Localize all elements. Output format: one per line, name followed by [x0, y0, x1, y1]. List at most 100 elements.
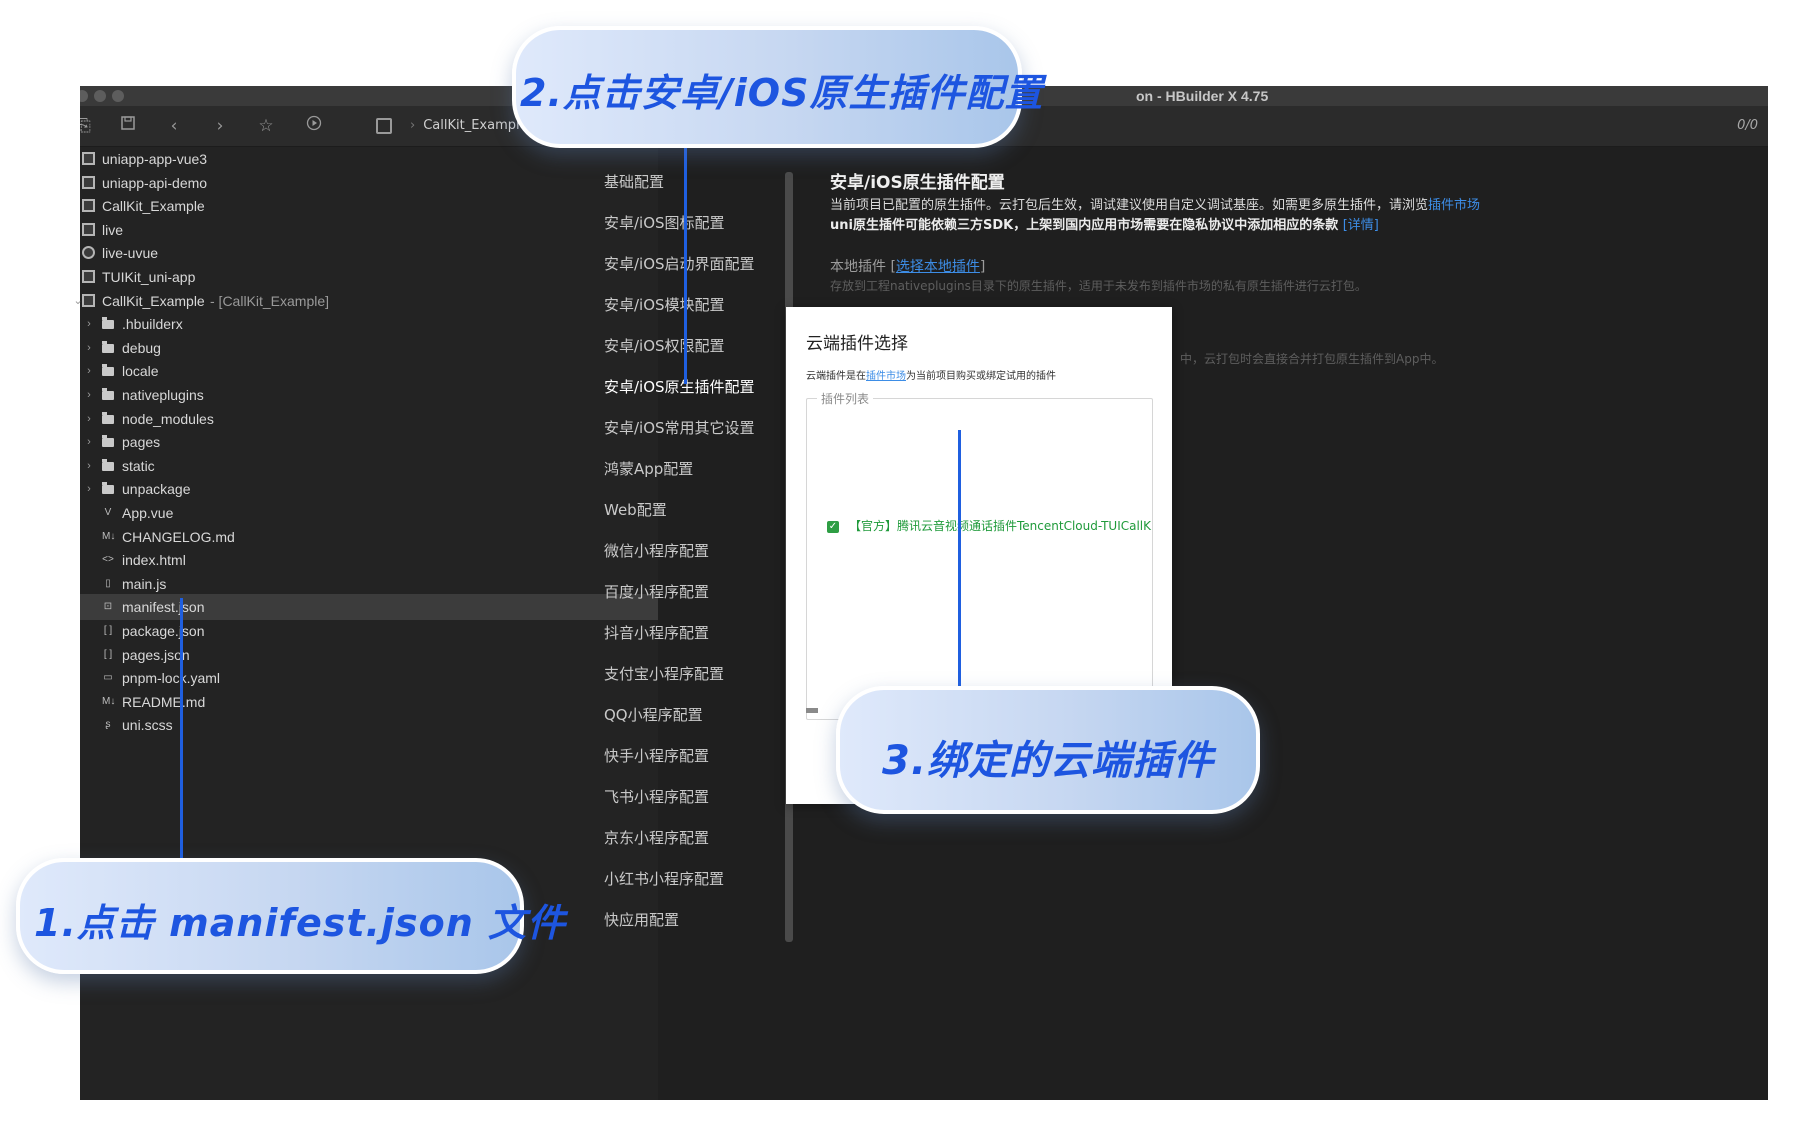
- breadcrumb-project[interactable]: CallKit_Example: [423, 118, 527, 133]
- project-item[interactable]: ⌄ CallKit_Example - [CallKit_Example]: [73, 288, 658, 314]
- file-item[interactable]: ʂ uni.scss: [80, 712, 658, 738]
- project-item[interactable]: uniapp-api-demo: [80, 170, 658, 196]
- folder-item[interactable]: › unpackage: [80, 476, 658, 502]
- project-icon: [82, 175, 95, 189]
- project-icon: [82, 199, 95, 213]
- folder-item[interactable]: › nativeplugins: [80, 382, 658, 408]
- chevron-right-icon[interactable]: ›: [83, 453, 95, 479]
- tree-item-label: unpackage: [122, 481, 191, 498]
- back-icon[interactable]: ‹: [162, 114, 186, 138]
- vue-file-icon: V: [104, 507, 112, 518]
- file-item[interactable]: M↓ README.md: [80, 689, 658, 715]
- tree-item-label: main.js: [122, 575, 167, 592]
- folder-item[interactable]: › debug: [80, 335, 658, 361]
- tree-item-label: locale: [122, 363, 159, 380]
- settings-nav-item[interactable]: QQ小程序配置: [604, 703, 703, 727]
- chevron-right-icon[interactable]: ›: [83, 382, 95, 408]
- folder-item[interactable]: › .hbuilderx: [80, 311, 658, 337]
- settings-nav-item[interactable]: 安卓/iOS图标配置: [604, 211, 725, 235]
- project-icon: [376, 117, 392, 134]
- project-item[interactable]: TUIKit_uni-app: [80, 264, 658, 290]
- folder-icon: [102, 364, 114, 377]
- file-item[interactable]: <> index.html: [80, 547, 658, 573]
- window-title: on - HBuilder X 4.75: [1136, 88, 1269, 104]
- checkbox-checked-icon[interactable]: ✓: [827, 520, 839, 533]
- folder-item[interactable]: › locale: [80, 358, 658, 384]
- file-item[interactable]: [ ] pages.json: [80, 642, 658, 668]
- step2-guide-line: [684, 140, 687, 384]
- scss-file-icon: ʂ: [105, 719, 111, 731]
- select-local-plugin-link[interactable]: 选择本地插件: [896, 259, 980, 275]
- tree-item-label: App.vue: [122, 505, 174, 521]
- file-item[interactable]: ▯ main.js: [80, 571, 658, 597]
- settings-nav-item[interactable]: 快手小程序配置: [604, 744, 709, 768]
- plugin-list-item[interactable]: ✓ 【官方】腾讯云音视频通话插件TencentCloud-TUICallK: [827, 517, 1151, 534]
- star-icon[interactable]: ☆: [254, 114, 278, 138]
- folder-item[interactable]: › static: [80, 453, 658, 479]
- settings-nav-item[interactable]: 微信小程序配置: [604, 539, 709, 563]
- file-item[interactable]: [ ] package.json: [80, 618, 658, 644]
- folder-item[interactable]: › pages: [80, 429, 658, 455]
- minimize-window-button[interactable]: [94, 90, 106, 102]
- file-item[interactable]: V App.vue: [80, 500, 658, 526]
- tree-item-label: live-uvue: [102, 245, 159, 262]
- zoom-window-button[interactable]: [112, 90, 124, 102]
- folder-item[interactable]: › node_modules: [80, 406, 658, 432]
- chevron-right-icon[interactable]: ›: [83, 476, 95, 502]
- new-file-icon[interactable]: ⎘: [80, 114, 96, 138]
- settings-nav-item[interactable]: 百度小程序配置: [604, 580, 709, 604]
- chevron-right-icon[interactable]: ›: [83, 311, 95, 337]
- settings-nav-item[interactable]: 小红书小程序配置: [604, 867, 724, 891]
- run-icon[interactable]: [302, 114, 326, 138]
- settings-nav-item[interactable]: 京东小程序配置: [604, 826, 709, 850]
- settings-nav-item[interactable]: 快应用配置: [604, 908, 679, 932]
- file-icon: ▭: [103, 672, 113, 684]
- project-item[interactable]: live: [80, 217, 658, 243]
- file-item[interactable]: M↓ CHANGELOG.md: [80, 524, 658, 550]
- settings-nav-item[interactable]: 飞书小程序配置: [604, 785, 709, 809]
- file-item[interactable]: ▭ pnpm-lock.yaml: [80, 665, 658, 691]
- section-title: 安卓/iOS原生插件配置: [830, 173, 1005, 193]
- dialog-plugin-market-link[interactable]: 插件市场: [866, 371, 906, 382]
- tree-item-label: manifest.json: [122, 599, 205, 616]
- project-item[interactable]: uniapp-app-vue3: [80, 146, 658, 172]
- chevron-right-icon[interactable]: ›: [83, 406, 95, 432]
- settings-nav-item[interactable]: Web配置: [604, 498, 667, 522]
- details-link[interactable]: [详情]: [1343, 218, 1379, 233]
- dialog-title: 云端插件选择: [806, 334, 908, 354]
- file-item[interactable]: ⊡ manifest.json: [80, 594, 658, 621]
- tree-item-label: node_modules: [122, 410, 214, 427]
- tree-item-label: uniapp-api-demo: [102, 174, 208, 191]
- settings-nav-item[interactable]: 鸿蒙App配置: [604, 457, 693, 481]
- settings-nav-item[interactable]: 抖音小程序配置: [604, 621, 709, 645]
- project-item[interactable]: live-uvue: [80, 240, 658, 266]
- chevron-right-icon[interactable]: ›: [83, 335, 95, 361]
- tree-item-label: debug: [122, 339, 161, 356]
- settings-nav-item[interactable]: 安卓/iOS启动界面配置: [604, 252, 755, 276]
- chevron-right-icon[interactable]: ›: [83, 429, 95, 455]
- forward-icon[interactable]: ›: [208, 114, 232, 138]
- chevron-right-icon[interactable]: ›: [83, 358, 95, 384]
- settings-nav-item[interactable]: 支付宝小程序配置: [604, 662, 724, 686]
- settings-nav-item[interactable]: 安卓/iOS原生插件配置: [604, 375, 755, 399]
- settings-nav-item[interactable]: 安卓/iOS模块配置: [604, 293, 725, 317]
- tree-item-label: pages: [122, 434, 161, 451]
- folder-icon: [102, 340, 114, 353]
- plugin-market-link[interactable]: 插件市场: [1428, 198, 1480, 213]
- tree-item-label: package.json: [122, 623, 205, 639]
- step3-guide-line: [958, 430, 961, 688]
- project-item[interactable]: CallKit_Example: [80, 193, 658, 219]
- tree-item-label: index.html: [122, 552, 186, 569]
- plugin-list-scrollbar[interactable]: [806, 708, 818, 713]
- manifest-file-icon: ⊡: [103, 601, 113, 613]
- project-icon: [82, 152, 95, 165]
- settings-nav-item[interactable]: 安卓/iOS权限配置: [604, 334, 725, 358]
- tree-item-label: uni.scss: [122, 717, 173, 734]
- settings-nav-item[interactable]: 安卓/iOS常用其它设置: [604, 416, 755, 440]
- html-file-icon: <>: [102, 554, 114, 566]
- step1-guide-line: [180, 598, 183, 858]
- close-window-button[interactable]: [80, 90, 88, 102]
- local-plugin-label: 本地插件 [选择本地插件]: [830, 259, 986, 275]
- save-icon[interactable]: [116, 114, 140, 138]
- settings-nav-item[interactable]: 基础配置: [604, 170, 664, 194]
